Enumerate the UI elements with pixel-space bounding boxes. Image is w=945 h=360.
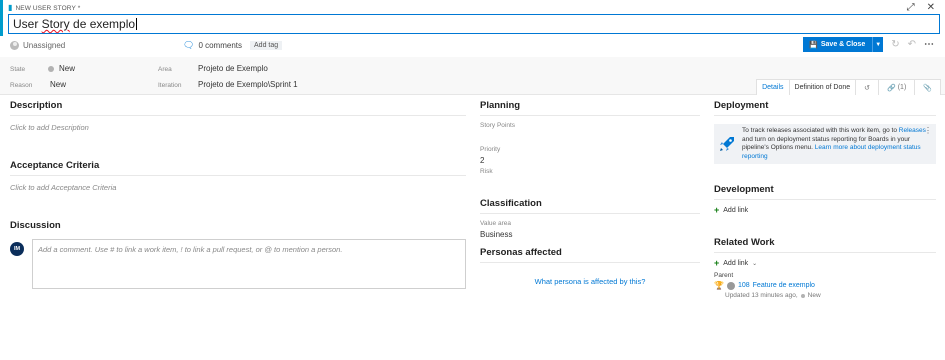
state-dot-icon — [48, 66, 54, 72]
reason-dropdown[interactable]: New — [50, 80, 66, 89]
deployment-title: Deployment — [714, 100, 936, 116]
state-label: State — [10, 66, 26, 73]
tab-details[interactable]: Details — [756, 79, 789, 95]
text-caret — [136, 18, 138, 30]
parent-label: Parent — [714, 272, 734, 279]
left-column: Description Click to add Description Acc… — [10, 100, 466, 289]
toolbar-actions: 💾 Save & Close ▼ ↻ ↶ ⋯ — [803, 37, 934, 52]
acceptance-criteria-title: Acceptance Criteria — [10, 160, 466, 176]
work-item-type-label: NEW USER STORY * — [15, 4, 81, 12]
discussion-row: IM Add a comment. Use # to link a work i… — [10, 239, 466, 289]
planning-title: Planning — [480, 100, 700, 116]
expand-icon[interactable]: ⤢ — [907, 2, 915, 13]
parent-title-link[interactable]: Feature de exemplo — [753, 282, 815, 289]
more-actions-icon[interactable]: ⋯ — [924, 39, 934, 50]
development-title: Development — [714, 184, 936, 200]
parent-avatar — [726, 281, 735, 290]
user-story-icon: ▮ — [8, 3, 13, 12]
parent-work-item[interactable]: 🏆 108 Feature de exemplo — [714, 281, 936, 290]
comment-icon[interactable]: 🗨 — [183, 40, 194, 51]
feature-trophy-icon: 🏆 — [714, 281, 724, 290]
plus-icon: + — [714, 205, 720, 215]
link-icon: 🔗 — [887, 84, 896, 92]
undo-icon[interactable]: ↶ — [908, 39, 916, 50]
parent-meta: Updated 13 minutes ago, New — [725, 292, 936, 299]
right-column: Deployment To track releases associated … — [714, 100, 936, 299]
related-work-add-link[interactable]: + Add link ⌄ — [714, 258, 936, 268]
discussion-title: Discussion — [10, 220, 61, 231]
meta-row: Unassigned 🗨 0 comments Add tag 💾 Save & … — [10, 37, 940, 52]
tab-links[interactable]: 🔗 (1) — [878, 79, 915, 95]
plus-icon: + — [714, 258, 720, 268]
user-avatar: IM — [10, 242, 24, 256]
form-tabs: Details Definition of Done ↺ 🔗 (1) 📎 — [756, 79, 941, 95]
development-add-link[interactable]: + Add link — [714, 205, 936, 215]
save-close-label: Save & Close — [820, 41, 866, 48]
add-tag-button[interactable]: Add tag — [250, 40, 283, 50]
parent-id[interactable]: 108 — [738, 282, 750, 289]
value-area-label: Value area — [480, 220, 511, 227]
description-field[interactable]: Click to add Description — [10, 123, 466, 132]
tab-history[interactable]: ↺ — [855, 79, 879, 95]
attachment-icon: 📎 — [923, 84, 932, 92]
deployment-info-box: To track releases associated with this w… — [714, 124, 936, 164]
tab-definition-of-done[interactable]: Definition of Done — [788, 79, 856, 95]
history-icon: ↺ — [864, 84, 871, 92]
work-item-form: ▮ NEW USER STORY * ⤢ ✕ User Story de exe… — [0, 0, 945, 360]
close-icon[interactable]: ✕ — [927, 2, 935, 13]
title-field[interactable]: User Story de exemplo — [8, 14, 940, 34]
state-dot-icon — [800, 293, 805, 298]
parent-updated: Updated 13 minutes ago, — [725, 292, 798, 299]
state-dropdown[interactable]: New — [48, 64, 75, 73]
personas-affected-title: Personas affected — [480, 247, 700, 263]
work-item-type-color-bar — [0, 0, 3, 36]
more-vertical-icon[interactable]: ⋮ — [924, 127, 932, 135]
releases-link[interactable]: Releases — [899, 127, 926, 134]
classification-title: Classification — [480, 198, 700, 214]
fields-header: State New Reason New Area Projeto de Exe… — [0, 57, 945, 95]
iteration-label: Iteration — [158, 82, 182, 89]
discussion-comment-input[interactable]: Add a comment. Use # to link a work item… — [32, 239, 466, 289]
tab-attachments[interactable]: 📎 — [914, 79, 941, 95]
story-points-label: Story Points — [480, 122, 516, 129]
description-title: Description — [10, 100, 466, 116]
comments-area: 🗨 0 comments Add tag — [183, 40, 283, 51]
iteration-dropdown[interactable]: Projeto de Exemplo\Sprint 1 — [198, 80, 298, 89]
title-text[interactable]: User Story de exemplo — [13, 17, 138, 31]
area-label: Area — [158, 66, 172, 73]
deployment-message: To track releases associated with this w… — [742, 127, 926, 160]
story-points-field[interactable] — [480, 132, 700, 142]
priority-label: Priority — [480, 146, 501, 153]
save-icon: 💾 — [809, 41, 818, 49]
refresh-icon[interactable]: ↻ — [891, 39, 899, 50]
parent-state: New — [807, 292, 821, 299]
related-work-title: Related Work — [714, 237, 936, 253]
work-item-type-header: ▮ NEW USER STORY * — [8, 3, 80, 13]
window-controls: ⤢ ✕ — [907, 2, 935, 13]
middle-column: Planning Story Points Priority 2 Risk Cl… — [480, 100, 700, 286]
risk-field[interactable] — [480, 178, 700, 186]
spellcheck-word: Story — [41, 17, 70, 31]
area-dropdown[interactable]: Projeto de Exemplo — [198, 64, 268, 73]
assignee-picker[interactable]: Unassigned — [10, 40, 66, 50]
acceptance-criteria-field[interactable]: Click to add Acceptance Criteria — [10, 183, 466, 192]
assignee-label: Unassigned — [23, 40, 66, 50]
personas-affected-field[interactable]: What persona is affected by this? — [480, 277, 700, 286]
priority-field[interactable]: 2 — [480, 156, 700, 165]
unassigned-avatar-icon — [10, 40, 19, 50]
save-dropdown-icon[interactable]: ▼ — [872, 37, 883, 52]
comments-count[interactable]: 0 comments — [198, 41, 242, 50]
save-close-button[interactable]: 💾 Save & Close ▼ — [803, 37, 884, 52]
value-area-field[interactable]: Business — [480, 230, 700, 239]
reason-label: Reason — [10, 82, 33, 89]
risk-label: Risk — [480, 168, 493, 175]
chevron-down-icon: ⌄ — [752, 260, 758, 267]
deployment-rocket-icon — [720, 137, 734, 151]
